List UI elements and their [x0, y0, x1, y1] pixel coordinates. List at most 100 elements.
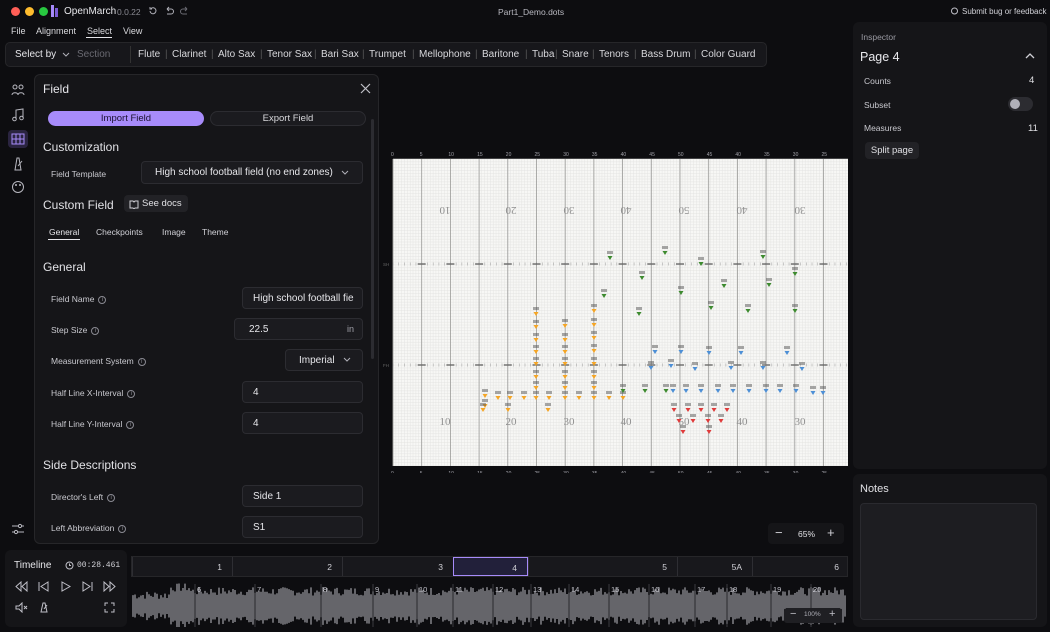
zoom-in-button[interactable]: +	[827, 525, 835, 540]
tab-general[interactable]: General	[49, 227, 79, 237]
metronome-icon[interactable]	[38, 602, 49, 613]
palette-icon[interactable]	[11, 180, 25, 194]
football-field[interactable]: 0 5 10 15 20 25 30 35 40 45 50 45 40 35 30 25 0 5 10 15 20 25…	[383, 148, 853, 477]
field-name-input[interactable]: High school football fie	[242, 287, 363, 309]
audio-zoom-in-button[interactable]: +	[829, 608, 835, 620]
menu-select[interactable]: Select	[87, 26, 112, 36]
half-line-y-input[interactable]: 4	[242, 412, 363, 434]
timeline-page-5[interactable]: 5	[528, 557, 677, 576]
audio-zoom-level: 100%	[804, 611, 821, 618]
settings-sliders-icon[interactable]	[11, 522, 25, 536]
section-separator: |	[525, 49, 528, 60]
left-abbreviation-input[interactable]: S1	[242, 516, 363, 538]
page-title: Page 4	[860, 50, 900, 64]
timeline-page-3[interactable]: 3	[342, 557, 453, 576]
step-size-input[interactable]: 22.5 in	[234, 318, 363, 340]
left-abbreviation-label-text: Left Abbreviation	[51, 523, 115, 533]
next-page-icon[interactable]	[82, 581, 93, 592]
bottom-tick-label: 40	[621, 471, 627, 473]
mute-icon[interactable]	[15, 602, 28, 613]
fast-forward-icon[interactable]	[103, 581, 116, 592]
field-icon[interactable]	[11, 132, 25, 146]
performers-icon[interactable]	[11, 83, 25, 97]
directors-left-input[interactable]: Side 1	[242, 485, 363, 507]
fullscreen-icon[interactable]	[104, 602, 115, 613]
section-separator: |	[634, 49, 637, 60]
tab-theme[interactable]: Theme	[202, 227, 228, 237]
import-field-button[interactable]: Import Field	[48, 111, 204, 126]
close-icon[interactable]	[360, 83, 371, 94]
music-icon[interactable]	[11, 108, 25, 122]
measurement-system-select[interactable]: Imperial	[285, 349, 363, 371]
yard-number-top: 30	[794, 204, 806, 216]
timeline-page-4[interactable]: 4	[453, 557, 528, 576]
panel-scrollbar[interactable]	[371, 119, 374, 359]
feedback-button[interactable]: Submit bug or feedback	[962, 7, 1047, 16]
menu-view[interactable]: View	[123, 26, 142, 36]
tab-checkpoints[interactable]: Checkpoints	[96, 227, 143, 237]
section-color-guard[interactable]: Color Guard	[701, 43, 755, 66]
previous-page-icon[interactable]	[38, 581, 49, 592]
field-canvas[interactable]: 0 5 10 15 20 25 30 35 40 45 50 45 40 35 30 25 0 5 10 15 20 25…	[383, 148, 853, 477]
panel-title: Field	[43, 82, 70, 96]
rewind-icon[interactable]	[15, 581, 28, 592]
export-field-button[interactable]: Export Field	[210, 111, 366, 126]
clock-icon	[65, 561, 74, 570]
select-by-dropdown[interactable]: Select by	[15, 43, 70, 66]
chevron-up-icon[interactable]	[1025, 52, 1035, 59]
waveform-canvas[interactable]: 6 7 8 9 10 11 12 13 14 15 16 17 18 19 20	[131, 580, 848, 629]
bottom-tick-label: 35	[592, 471, 598, 473]
section-trumpet[interactable]: Trumpet	[369, 43, 406, 66]
see-docs-button[interactable]: See docs	[124, 195, 188, 212]
section-tuba[interactable]: Tuba	[532, 43, 554, 66]
measure-label: 11	[455, 585, 463, 594]
section-baritone[interactable]: Baritone	[482, 43, 519, 66]
section-separator: |	[592, 49, 595, 60]
redo-icon[interactable]	[180, 6, 190, 16]
audio-zoom-out-button[interactable]: −	[790, 608, 796, 620]
timeline-page-7[interactable]: 6	[752, 557, 849, 576]
timeline-page-1[interactable]: 1	[132, 557, 232, 576]
close-window-button[interactable]	[11, 7, 20, 16]
measure-label: 12	[495, 585, 503, 594]
minimize-window-button[interactable]	[25, 7, 34, 16]
zoom-out-button[interactable]: −	[775, 525, 783, 540]
field-template-select[interactable]: High school football field (no end zones…	[141, 161, 363, 184]
notes-textarea[interactable]	[860, 503, 1037, 620]
metronome-icon[interactable]	[11, 157, 25, 171]
menu-file[interactable]: File	[11, 26, 26, 36]
yard-number-bottom: 20	[506, 416, 518, 428]
play-icon[interactable]	[61, 581, 71, 592]
top-tick-label: 10	[448, 152, 454, 158]
bottom-tick-label: 0	[391, 471, 394, 473]
tab-general-underline	[48, 239, 80, 240]
half-line-x-input[interactable]: 4	[242, 381, 363, 403]
section-bass-drum[interactable]: Bass Drum	[641, 43, 690, 66]
timeline-page-6[interactable]: 5A	[677, 557, 752, 576]
section-clarinet[interactable]: Clarinet	[172, 43, 206, 66]
tab-image[interactable]: Image	[162, 227, 186, 237]
step-size-label-text: Step Size	[51, 325, 88, 335]
maximize-window-button[interactable]	[39, 7, 48, 16]
section-snare[interactable]: Snare	[562, 43, 589, 66]
menu-alignment[interactable]: Alignment	[36, 26, 76, 36]
yard-number-top: 10	[439, 204, 451, 216]
half-line-y-label: Half Line Y-Interval i	[51, 419, 135, 429]
info-icon: i	[118, 524, 127, 533]
section-bari-sax[interactable]: Bari Sax	[321, 43, 359, 66]
section-tenor-sax[interactable]: Tenor Sax	[267, 43, 312, 66]
section-mellophone[interactable]: Mellophone	[419, 43, 471, 66]
top-tick-label: 35	[764, 152, 770, 158]
bottom-tick-label: 30	[563, 471, 569, 473]
history-icon[interactable]	[148, 6, 158, 16]
audio-waveform[interactable]: 6 7 8 9 10 11 12 13 14 15 16 17 18 19 20 − 100% +	[131, 580, 848, 629]
split-page-button[interactable]: Split page	[865, 142, 919, 159]
yard-number-top: 20	[505, 204, 517, 216]
subset-toggle[interactable]	[1008, 97, 1033, 111]
section-tenors[interactable]: Tenors	[599, 43, 629, 66]
undo-icon[interactable]	[164, 6, 174, 16]
section-flute[interactable]: Flute	[138, 43, 160, 66]
section-alto-sax[interactable]: Alto Sax	[218, 43, 255, 66]
yard-number-top: 30	[563, 204, 575, 216]
timeline-page-2[interactable]: 2	[232, 557, 342, 576]
